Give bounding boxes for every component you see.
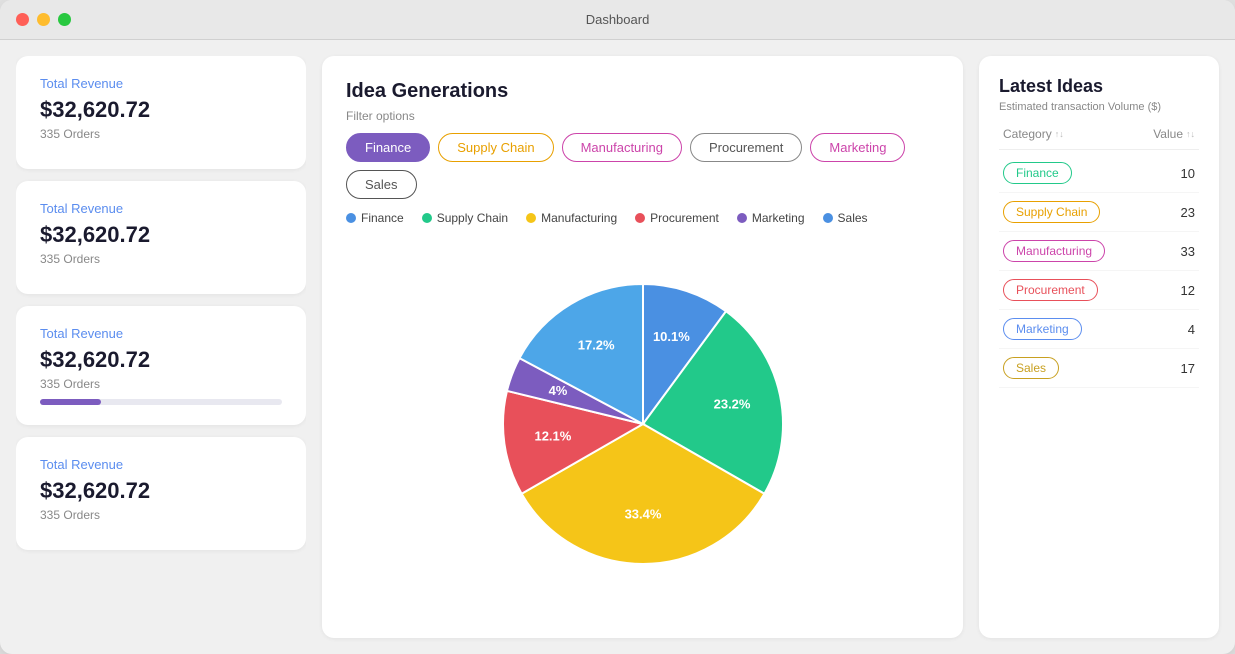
pie-chart-area: 10.1% 23.2% 33.4% 12.1% 4% 17.2% bbox=[346, 233, 939, 614]
stat-card-0: Total Revenue $32,620.72 335 Orders bbox=[16, 56, 306, 169]
pie-label-2: 33.4% bbox=[624, 506, 661, 521]
filter-btn-finance[interactable]: Finance bbox=[346, 133, 430, 162]
pie-label-5: 17.2% bbox=[577, 337, 614, 352]
legend-item-1: Supply Chain bbox=[422, 211, 508, 225]
filter-btn-supply[interactable]: Supply Chain bbox=[438, 133, 553, 162]
sort-icon-category: ↑↓ bbox=[1055, 129, 1064, 139]
table-rows: Finance 10 Supply Chain 23 Manufacturing… bbox=[999, 154, 1199, 388]
progress-fill-2 bbox=[40, 399, 101, 405]
filter-btn-marketing[interactable]: Marketing bbox=[810, 133, 905, 162]
stat-card-3: Total Revenue $32,620.72 335 Orders bbox=[16, 437, 306, 550]
legend-dot-1 bbox=[422, 213, 432, 223]
main-content: Total Revenue $32,620.72 335 Orders Tota… bbox=[0, 40, 1235, 654]
row-value-1: 23 bbox=[1165, 205, 1195, 220]
progress-container-2 bbox=[40, 399, 282, 405]
badge-sales: Sales bbox=[1003, 357, 1059, 379]
sort-icon-value: ↑↓ bbox=[1186, 129, 1195, 139]
legend-label-5: Sales bbox=[838, 211, 868, 225]
stat-orders-0: 335 Orders bbox=[40, 127, 282, 141]
app-window: Dashboard Total Revenue $32,620.72 335 O… bbox=[0, 0, 1235, 654]
filter-buttons: Finance Supply Chain Manufacturing Procurem… bbox=[346, 133, 939, 199]
stat-value-2: $32,620.72 bbox=[40, 347, 282, 373]
maximize-button[interactable] bbox=[58, 13, 71, 26]
minimize-button[interactable] bbox=[37, 13, 50, 26]
legend-dot-5 bbox=[823, 213, 833, 223]
legend-item-2: Manufacturing bbox=[526, 211, 617, 225]
badge-procurement: Procurement bbox=[1003, 279, 1098, 301]
stat-orders-1: 335 Orders bbox=[40, 252, 282, 266]
legend-item-0: Finance bbox=[346, 211, 404, 225]
table-row-2: Manufacturing 33 bbox=[999, 232, 1199, 271]
legend-label-4: Marketing bbox=[752, 211, 805, 225]
legend-dot-3 bbox=[635, 213, 645, 223]
legend-item-3: Procurement bbox=[635, 211, 719, 225]
stat-value-0: $32,620.72 bbox=[40, 97, 282, 123]
pie-label-4: 4% bbox=[548, 383, 567, 398]
filter-btn-manufacturing[interactable]: Manufacturing bbox=[562, 133, 682, 162]
chart-legend: Finance Supply Chain Manufacturing Procurem… bbox=[346, 211, 939, 225]
row-value-2: 33 bbox=[1165, 244, 1195, 259]
table-row-1: Supply Chain 23 bbox=[999, 193, 1199, 232]
filter-label: Filter options bbox=[346, 109, 939, 123]
table-row-4: Marketing 4 bbox=[999, 310, 1199, 349]
table-row-0: Finance 10 bbox=[999, 154, 1199, 193]
legend-item-4: Marketing bbox=[737, 211, 805, 225]
legend-label-2: Manufacturing bbox=[541, 211, 617, 225]
right-panel-subtitle: Estimated transaction Volume ($) bbox=[999, 101, 1199, 113]
stat-card-2: Total Revenue $32,620.72 335 Orders bbox=[16, 306, 306, 425]
pie-label-3: 12.1% bbox=[534, 428, 571, 443]
legend-dot-4 bbox=[737, 213, 747, 223]
stat-label-2: Total Revenue bbox=[40, 326, 282, 341]
stat-orders-3: 335 Orders bbox=[40, 508, 282, 522]
legend-dot-2 bbox=[526, 213, 536, 223]
legend-label-3: Procurement bbox=[650, 211, 719, 225]
row-value-0: 10 bbox=[1165, 166, 1195, 181]
table-row-3: Procurement 12 bbox=[999, 271, 1199, 310]
stat-label-0: Total Revenue bbox=[40, 76, 282, 91]
badge-supply: Supply Chain bbox=[1003, 201, 1100, 223]
badge-manufacturing: Manufacturing bbox=[1003, 240, 1105, 262]
filter-btn-sales[interactable]: Sales bbox=[346, 170, 417, 199]
pie-label-1: 23.2% bbox=[713, 396, 750, 411]
stat-card-1: Total Revenue $32,620.72 335 Orders bbox=[16, 181, 306, 294]
badge-finance: Finance bbox=[1003, 162, 1072, 184]
row-value-4: 4 bbox=[1165, 322, 1195, 337]
pie-label-0: 10.1% bbox=[652, 328, 689, 343]
right-panel-title: Latest Ideas bbox=[999, 76, 1199, 97]
row-value-5: 17 bbox=[1165, 361, 1195, 376]
legend-dot-0 bbox=[346, 213, 356, 223]
stat-label-1: Total Revenue bbox=[40, 201, 282, 216]
table-header: Category ↑↓ Value ↑↓ bbox=[999, 127, 1199, 150]
legend-item-5: Sales bbox=[823, 211, 868, 225]
col-value: Value ↑↓ bbox=[1153, 127, 1195, 141]
badge-marketing: Marketing bbox=[1003, 318, 1082, 340]
titlebar: Dashboard bbox=[0, 0, 1235, 40]
main-panel: Idea Generations Filter options Finance S… bbox=[322, 56, 963, 638]
close-button[interactable] bbox=[16, 13, 29, 26]
stat-orders-2: 335 Orders bbox=[40, 377, 282, 391]
pie-chart: 10.1% 23.2% 33.4% 12.1% 4% 17.2% bbox=[483, 264, 803, 584]
stat-label-3: Total Revenue bbox=[40, 457, 282, 472]
col-category: Category ↑↓ bbox=[1003, 127, 1064, 141]
legend-label-0: Finance bbox=[361, 211, 404, 225]
stat-value-3: $32,620.72 bbox=[40, 478, 282, 504]
row-value-3: 12 bbox=[1165, 283, 1195, 298]
right-panel: Latest Ideas Estimated transaction Volum… bbox=[979, 56, 1219, 638]
filter-btn-procurement[interactable]: Procurement bbox=[690, 133, 802, 162]
sidebar: Total Revenue $32,620.72 335 Orders Tota… bbox=[16, 56, 306, 638]
stat-value-1: $32,620.72 bbox=[40, 222, 282, 248]
table-row-5: Sales 17 bbox=[999, 349, 1199, 388]
main-title: Idea Generations bbox=[346, 80, 939, 103]
legend-label-1: Supply Chain bbox=[437, 211, 508, 225]
window-title: Dashboard bbox=[586, 12, 650, 27]
